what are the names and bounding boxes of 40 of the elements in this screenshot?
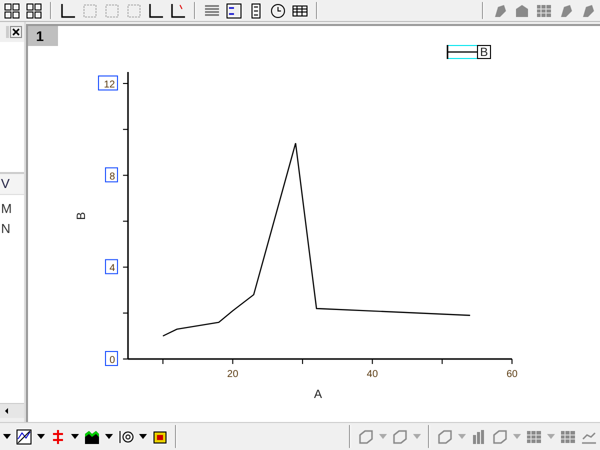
spiral-icon[interactable] — [118, 428, 134, 444]
axis-title: B — [74, 212, 88, 220]
column-header[interactable]: V — [0, 172, 24, 195]
scrollbar[interactable] — [0, 403, 24, 418]
legend-icon[interactable] — [226, 2, 242, 18]
shape-icon[interactable] — [514, 2, 530, 18]
error-bar-icon[interactable] — [50, 428, 66, 444]
matrix-icon[interactable] — [536, 2, 552, 18]
scroll-left-icon[interactable] — [3, 407, 11, 415]
clock-icon[interactable] — [270, 2, 286, 18]
grid-icon[interactable] — [26, 2, 42, 18]
frame-icon[interactable] — [170, 2, 186, 18]
table-icon[interactable] — [292, 2, 308, 18]
axis-title: A — [314, 387, 322, 401]
line-chart-icon[interactable] — [16, 428, 32, 444]
frame-icon[interactable] — [148, 2, 164, 18]
y-tick-label: 0 — [109, 355, 116, 366]
layer-tab[interactable]: 1 — [28, 26, 58, 46]
y-tick-label: 12 — [104, 79, 116, 90]
tick-label: 20 — [227, 369, 238, 380]
lines-icon[interactable] — [204, 2, 220, 18]
list-item[interactable]: M — [0, 199, 24, 219]
template-icon[interactable] — [152, 428, 168, 444]
y-tick-label: 4 — [109, 263, 116, 274]
tick-label: 12 — [98, 75, 118, 90]
close-icon[interactable] — [10, 26, 22, 38]
frame-icon[interactable] — [60, 2, 76, 18]
y-tick-label: 8 — [109, 171, 116, 182]
matrix-icon[interactable] — [560, 428, 576, 444]
tick-label: 0 — [105, 351, 118, 366]
area-chart-icon[interactable] — [84, 428, 100, 444]
tick-label: 40 — [366, 369, 378, 380]
grid-icon[interactable] — [4, 2, 20, 18]
tick-label: 4 — [105, 259, 118, 274]
legend-label: B — [480, 45, 488, 59]
list-item[interactable]: N — [0, 219, 24, 239]
tick-label: 8 — [105, 167, 118, 182]
bar-chart-icon[interactable] — [471, 428, 487, 444]
matrix-icon[interactable] — [526, 428, 542, 444]
tick-label: 60 — [506, 369, 518, 380]
